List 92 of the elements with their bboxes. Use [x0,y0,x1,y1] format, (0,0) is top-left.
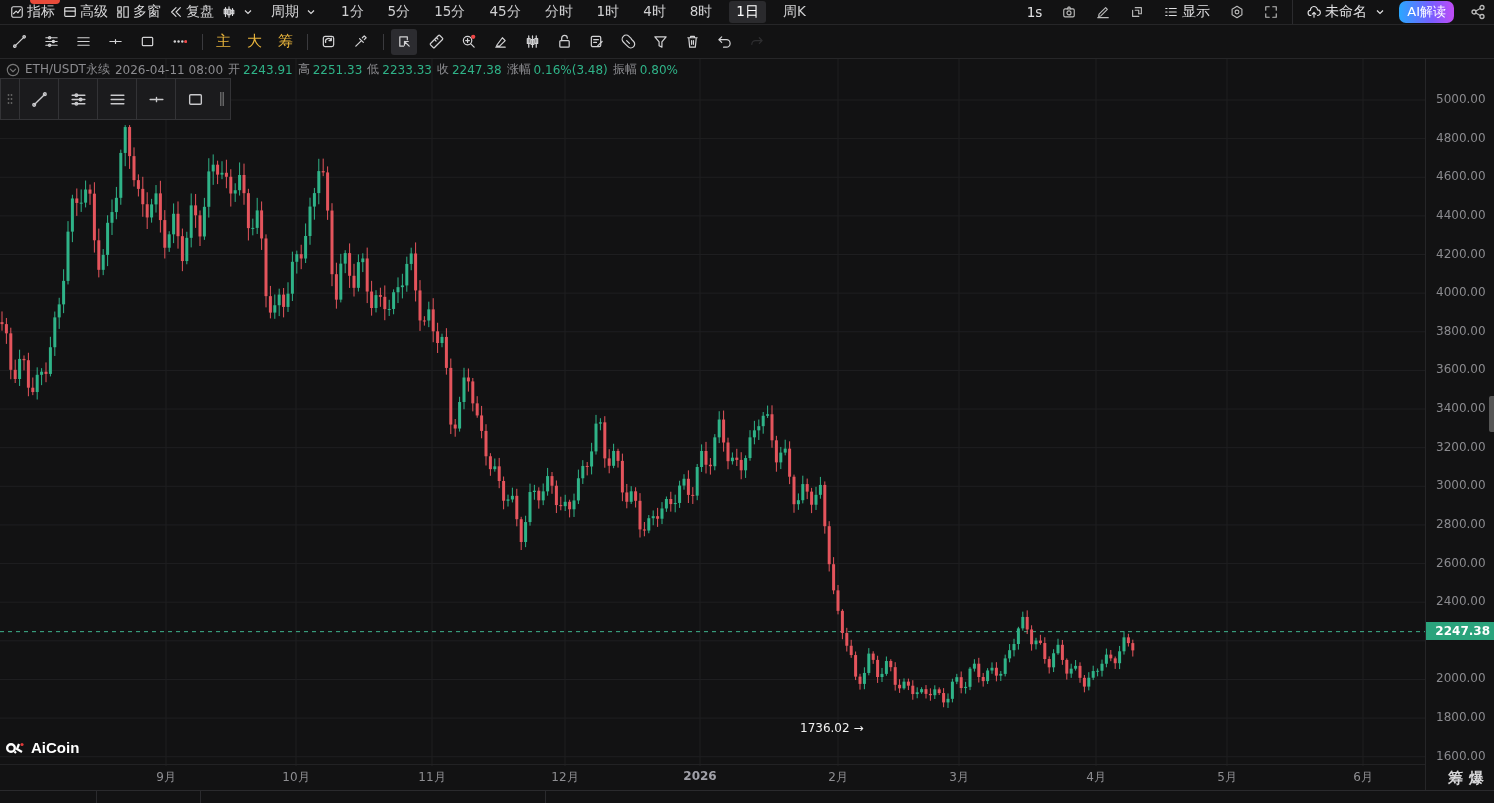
time-axis-label: 5月 [1217,769,1237,786]
chart-icon [10,5,24,19]
period-tab[interactable]: 45分 [482,1,528,23]
camera-icon[interactable] [1062,5,1077,19]
price-axis-label: 2400.00 [1436,594,1486,609]
datetime-label: 2026-04-11 08:00 [114,62,224,77]
field-value: 2233.33 [382,62,432,77]
drag-handle-icon[interactable] [7,93,13,105]
price-axis-label: 1800.00 [1436,710,1486,725]
display-button[interactable]: 显示 [1164,3,1211,21]
ai-button[interactable]: AI解读 [1399,1,1454,23]
rewind-icon [169,5,183,19]
menu-item[interactable]: 高级 [59,1,112,23]
field-label: 收 [436,61,449,78]
price-axis-label: 4600.00 [1436,169,1486,184]
indicator-tool[interactable]: 主 [210,28,236,55]
time-axis-label: 3月 [949,769,969,786]
field-value: 0.16%(3.48) [533,62,608,77]
period-tab[interactable]: 4时 [636,1,673,23]
interval-button[interactable]: 1s [1026,4,1043,20]
field-label: 开 [228,61,241,78]
period-dropdown[interactable]: 周期 [267,1,320,23]
horizontal-lines-icon [69,90,87,108]
price-axis-label: 2600.00 [1436,555,1486,570]
field-value: 2247.38 [451,62,502,77]
field-label: 高 [297,61,310,78]
field-value: 2243.91 [243,62,293,77]
symbol-label: ETH/USDT永续 [25,61,110,78]
corner-button[interactable]: 筹 [1448,769,1463,788]
price-axis-label: 1600.00 [1436,748,1486,763]
time-axis-label: 9月 [156,769,176,786]
share-icon[interactable] [1470,4,1486,20]
price-axis-label: 3600.00 [1436,362,1486,377]
panel-handle[interactable] [1489,396,1494,432]
price-axis-label: 3200.00 [1436,439,1486,454]
price-axis-label: 2800.00 [1436,516,1486,531]
indicator-tool[interactable]: 筹 [272,28,298,55]
price-axis-label: 3000.00 [1436,478,1486,493]
settings-icon[interactable] [1230,5,1245,19]
candles-icon [222,5,236,19]
period-tab[interactable]: 周K [775,1,813,23]
period-tab[interactable]: 8时 [682,1,720,23]
price-axis-label: 3800.00 [1436,323,1486,338]
field-value: 2251.33 [312,62,363,77]
logo-text: AiCoin [31,739,80,756]
price-axis-label: 4200.00 [1436,246,1486,261]
time-axis-label: 10月 [282,769,310,786]
caret-icon [1375,7,1386,17]
cloud-upload-icon [1307,5,1322,19]
pencil-icon[interactable] [1096,5,1111,19]
period-tab[interactable]: 1时 [589,1,627,23]
window-icon[interactable] [1130,5,1145,19]
field-label: 涨幅 [506,61,531,78]
period-tab[interactable]: 5分 [380,1,418,23]
price-axis-label: 4000.00 [1436,285,1486,300]
menu-item[interactable]: 复盘 [165,1,218,23]
trend-line-icon [30,90,48,108]
price-axis-label: 4400.00 [1436,207,1486,222]
layout-icon [116,5,130,19]
fullscreen-icon[interactable] [1264,5,1279,19]
period-tab[interactable]: 15分 [427,1,473,23]
period-tab[interactable]: 分时 [537,1,580,23]
list-icon [1164,5,1179,19]
time-axis-label: 6月 [1353,769,1373,786]
collapse-icon[interactable] [6,62,20,77]
logo-icon [6,740,26,755]
time-axis-label: 4月 [1086,769,1106,786]
indicator-tool[interactable]: 大 [241,28,267,55]
time-axis-label: 12月 [551,769,579,786]
caret-icon [243,7,253,17]
field-label: 振幅 [612,61,637,78]
period-tab[interactable]: 1日 [729,1,766,23]
menu-item[interactable]: 多窗 [112,1,165,23]
low-price-marker: 1736.02 → [800,721,864,736]
select-tool[interactable] [391,28,417,55]
period-tab[interactable]: 1分 [334,1,371,23]
caret-icon [306,7,316,17]
last-price-tag: 2247.38 [1426,621,1494,640]
price-axis-label: 4800.00 [1436,130,1486,145]
time-axis-label: 11月 [418,769,446,786]
resize-handle-icon[interactable] [219,91,225,107]
corner-button[interactable]: 爆 [1469,769,1484,788]
field-label: 低 [367,61,380,78]
menu-item[interactable]: 指标 [6,1,59,23]
layout-dropdown[interactable]: 未命名 [1307,3,1386,21]
time-axis-label: 2026 [683,769,717,783]
price-axis-label: 3400.00 [1436,401,1486,416]
price-axis-label: 5000.00 [1436,92,1486,106]
field-value: 0.80% [639,62,678,77]
panel-icon [63,5,77,19]
time-axis-label: 2月 [828,769,848,786]
price-axis-label: 2000.00 [1436,671,1486,686]
